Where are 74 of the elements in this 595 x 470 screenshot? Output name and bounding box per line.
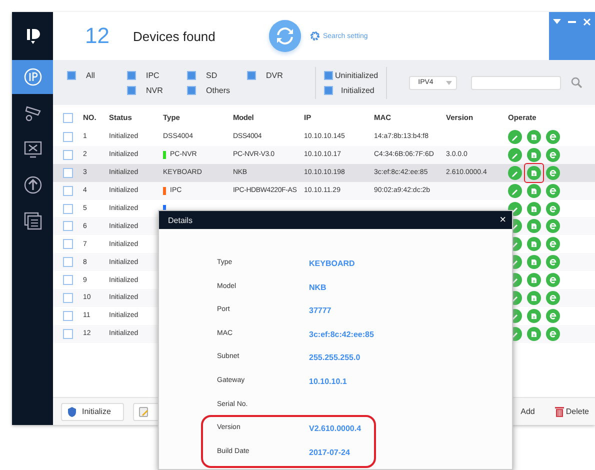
filter-checkbox[interactable]: DVR <box>247 70 307 80</box>
tools-icon <box>22 139 42 159</box>
field-value: 10.10.10.1 <box>309 376 347 386</box>
browser-icon[interactable] <box>546 202 560 216</box>
ip-icon <box>22 67 42 87</box>
row-checkbox[interactable] <box>63 150 73 160</box>
browser-icon[interactable] <box>546 184 560 198</box>
caret-icon <box>446 80 452 84</box>
document-icon[interactable] <box>527 202 541 216</box>
row-checkbox[interactable] <box>63 186 73 196</box>
document-icon[interactable] <box>527 255 541 270</box>
field-value: 37777 <box>309 306 332 316</box>
document-icon[interactable] <box>527 308 541 323</box>
row-checkbox[interactable] <box>63 310 73 321</box>
row-checkbox[interactable] <box>63 221 73 232</box>
browser-icon[interactable] <box>546 273 560 288</box>
field-value: 2017-07-24 <box>309 448 350 457</box>
gear-icon <box>310 31 320 41</box>
filter-checkbox[interactable]: Initialized <box>324 86 378 94</box>
page-title: Devices found <box>133 28 216 44</box>
select-all-checkbox[interactable] <box>63 112 73 122</box>
filter-checkbox[interactable]: IPC <box>127 70 187 80</box>
field-value: NKB <box>309 282 326 292</box>
browser-icon[interactable] <box>546 255 560 270</box>
dialog-title: Details <box>168 216 192 224</box>
filter-checkbox[interactable]: All <box>67 70 127 80</box>
browser-icon[interactable] <box>546 290 560 305</box>
device-count: 12 <box>85 23 110 49</box>
row-checkbox[interactable] <box>63 275 73 286</box>
field-value: 255.255.255.0 <box>309 353 360 362</box>
close-icon[interactable] <box>583 18 592 26</box>
field-value: 3c:ef:8c:42:ee:85 <box>309 330 374 339</box>
edit-icon <box>138 406 149 416</box>
initialize-button[interactable]: Initialize <box>61 402 124 420</box>
row-checkbox[interactable] <box>63 204 73 214</box>
add-button[interactable]: Add <box>520 407 535 416</box>
upload-icon <box>22 175 42 195</box>
browser-icon[interactable] <box>546 166 560 180</box>
row-checkbox[interactable] <box>63 328 73 339</box>
field-value: KEYBOARD <box>309 259 355 268</box>
filter-checkbox[interactable]: Uninitialized <box>324 70 378 80</box>
document-icon[interactable] <box>527 237 541 252</box>
close-button[interactable]: × <box>500 214 506 226</box>
browser-icon[interactable] <box>546 326 560 341</box>
shield-icon <box>68 406 76 416</box>
delete-button[interactable]: Delete <box>554 406 589 417</box>
dropdown-icon[interactable] <box>552 18 561 26</box>
browser-icon[interactable] <box>546 130 560 144</box>
browser-icon[interactable] <box>546 308 560 323</box>
field-value: V2.610.0000.4 <box>309 424 362 434</box>
row-checkbox[interactable] <box>63 292 73 303</box>
document-icon[interactable] <box>527 130 541 144</box>
document-icon[interactable] <box>527 184 541 198</box>
browser-icon[interactable] <box>546 148 560 162</box>
window-list-icon <box>22 211 42 231</box>
minimize-icon[interactable] <box>568 18 576 26</box>
document-icon[interactable] <box>527 290 541 305</box>
row-checkbox[interactable] <box>63 239 73 250</box>
browser-icon[interactable] <box>546 237 560 252</box>
refresh-button[interactable] <box>269 20 301 52</box>
row-checkbox[interactable] <box>63 132 73 142</box>
filter-checkbox[interactable]: SD <box>187 70 247 80</box>
filter-checkbox[interactable]: NVR <box>127 86 187 94</box>
search-icon[interactable] <box>571 77 582 88</box>
document-icon[interactable] <box>527 148 541 162</box>
document-icon[interactable] <box>527 219 541 234</box>
search-field[interactable] <box>471 76 562 90</box>
trash-icon <box>554 406 564 417</box>
row-checkbox[interactable] <box>63 168 73 178</box>
browser-icon[interactable] <box>546 219 560 234</box>
row-checkbox[interactable] <box>63 257 73 268</box>
filter-checkbox[interactable]: Others <box>187 86 247 94</box>
document-icon[interactable] <box>527 273 541 288</box>
document-icon[interactable] <box>527 326 541 341</box>
